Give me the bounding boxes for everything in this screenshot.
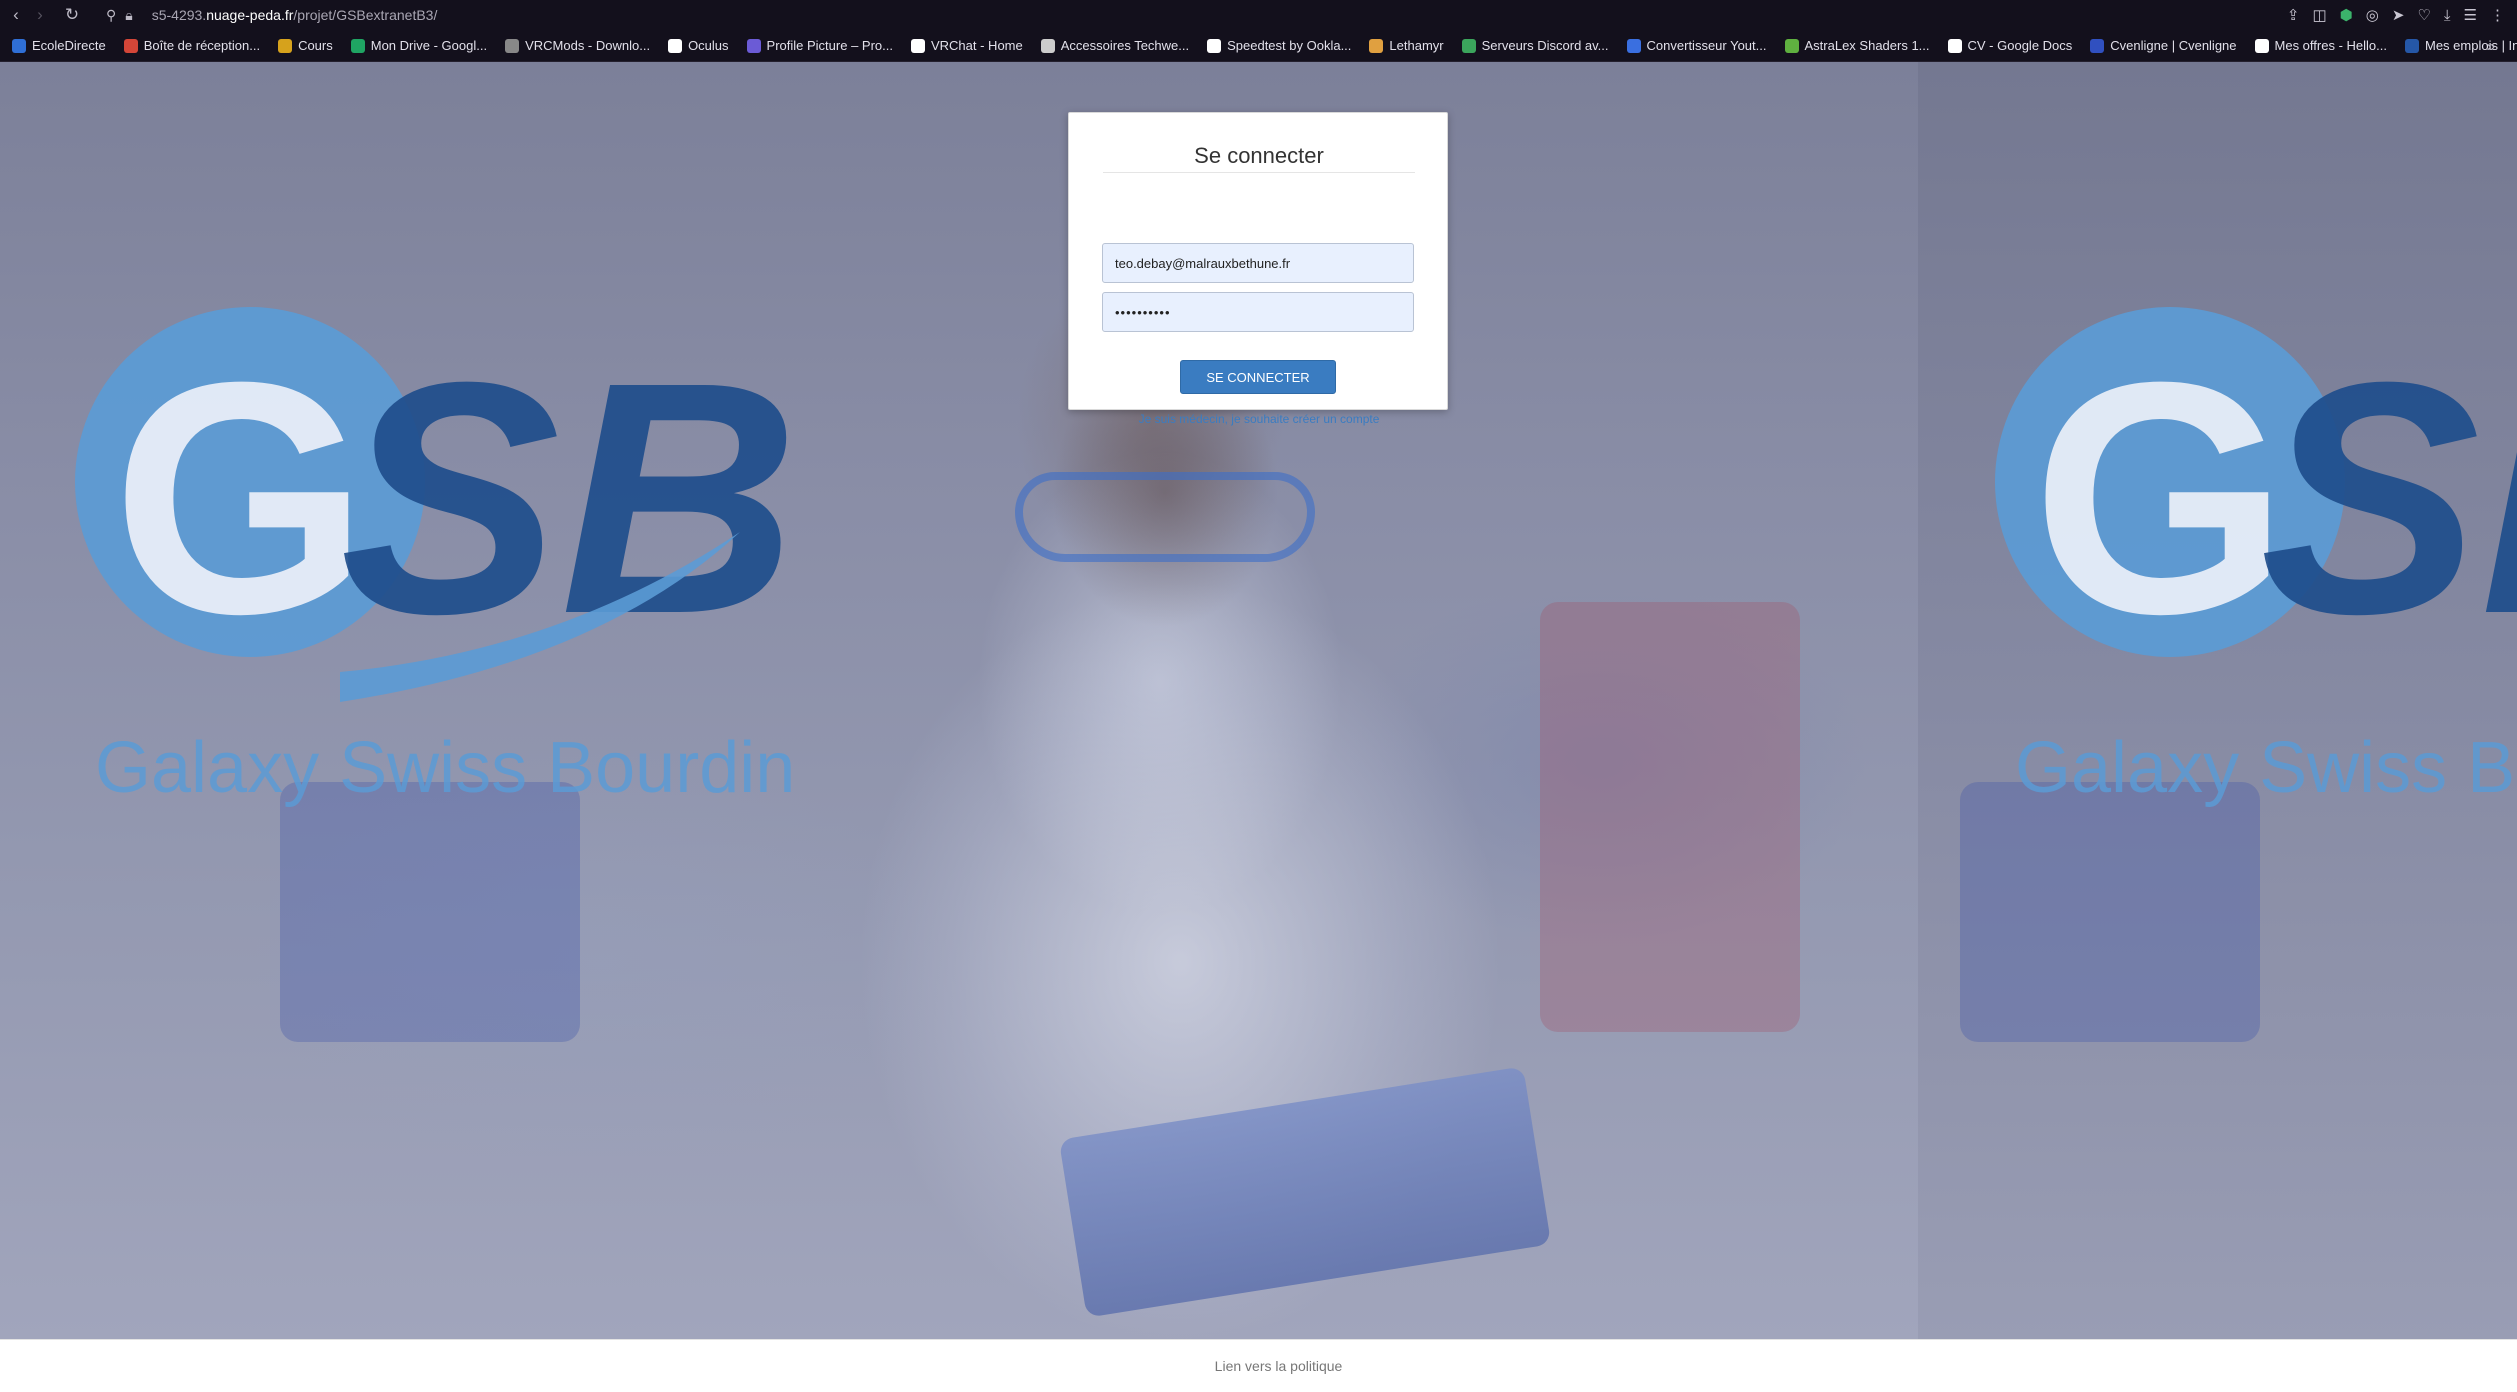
bookmark-item[interactable]: Profile Picture – Pro... — [746, 38, 893, 53]
bookmark-item[interactable]: EcoleDirecte — [12, 38, 106, 53]
bookmark-label: CV - Google Docs — [1967, 38, 2073, 53]
url-host-prefix: s5-4293. — [151, 7, 207, 23]
extensions-icon[interactable]: ⋮ — [2490, 6, 2505, 24]
bookmark-item[interactable]: VRChat - Home — [910, 38, 1023, 53]
page: G SB Galaxy Swiss Bourdin G SB Galaxy Sw… — [0, 62, 2517, 1392]
astralex-icon — [1784, 38, 1799, 53]
bookmark-label: Cours — [298, 38, 333, 53]
bookmark-label: Mes emplois | Indeed — [2424, 38, 2517, 53]
speedtest-icon — [1207, 38, 1222, 53]
cvenligne-icon — [2090, 38, 2105, 53]
indeed-icon — [2404, 38, 2419, 53]
login-title: Se connecter — [1103, 143, 1415, 173]
logo-tagline: Galaxy Swiss Bourdin — [95, 728, 795, 808]
footer: Lien vers la politique — [0, 1339, 2517, 1392]
bookmark-item[interactable]: Mon Drive - Googl... — [350, 38, 488, 53]
bookmark-label: Boîte de réception... — [143, 38, 261, 53]
bookmark-item[interactable]: Speedtest by Ookla... — [1207, 38, 1351, 53]
bookmark-label: Cvenligne | Cvenligne — [2110, 38, 2237, 53]
forward-icon[interactable]: › — [28, 0, 52, 30]
blurred-bottle — [1960, 782, 2260, 1042]
bookmark-item[interactable]: CV - Google Docs — [1947, 38, 2073, 53]
blurred-bottle — [280, 782, 580, 1042]
bookmark-item[interactable]: Lethamyr — [1369, 38, 1444, 53]
bookmark-label: EcoleDirecte — [32, 38, 106, 53]
login-button[interactable]: SE CONNECTER — [1180, 360, 1336, 394]
bookmark-label: Mon Drive - Googl... — [370, 38, 488, 53]
toolbar-right-icons: ⇪ ◫ ⬢ ◎ ➤ ♡ ⤓ ☰ ⋮ — [2287, 0, 2505, 30]
vrcmods-icon — [505, 38, 520, 53]
hellowork-icon — [2254, 38, 2269, 53]
blurred-bottle — [1540, 602, 1800, 1032]
address-bar[interactable]: ⚲ 🔒︎ s5-4293.nuage-peda.fr/projet/GSBext… — [106, 0, 437, 30]
lethamyr-icon — [1369, 38, 1384, 53]
email-field[interactable] — [1102, 243, 1414, 283]
url-path: /projet/GSBextranetB3/ — [293, 7, 438, 23]
profile-picture-icon — [746, 38, 761, 53]
share-icon[interactable]: ⇪ — [2287, 6, 2300, 24]
discord-servers-icon — [1461, 38, 1476, 53]
bookmark-label: Profile Picture – Pro... — [766, 38, 893, 53]
gsb-logo: G SB Galaxy Swiss Bourdin — [40, 292, 800, 817]
bookmark-item[interactable]: Cvenligne | Cvenligne — [2090, 38, 2237, 53]
shield-icon[interactable]: ⬢ — [2340, 6, 2353, 24]
login-card: Se connecter SE CONNECTER Je suis médeci… — [1068, 112, 1448, 426]
google-drive-icon — [350, 38, 365, 53]
camera-icon[interactable]: ◫ — [2312, 6, 2326, 24]
bookmark-label: Mes offres - Hello... — [2274, 38, 2387, 53]
bookmark-item[interactable]: AstraLex Shaders 1... — [1784, 38, 1930, 53]
google-icon — [1947, 38, 1962, 53]
lock-icon[interactable]: 🔒︎ — [125, 7, 132, 24]
bookmark-item[interactable]: Convertisseur Yout... — [1626, 38, 1767, 53]
svg-text:Galaxy Swiss Bourdin: Galaxy Swiss Bourdin — [2015, 728, 2517, 808]
bookmark-label: Oculus — [688, 38, 729, 53]
ecoledirecte-icon — [12, 38, 26, 53]
gsb-logo-repeat: G SB Galaxy Swiss Bourdin — [1960, 292, 2517, 817]
bookmark-item[interactable]: Accessoires Techwe... — [1040, 38, 1190, 53]
bookmark-label: AstraLex Shaders 1... — [1804, 38, 1930, 53]
wallet-icon[interactable]: ◎ — [2366, 6, 2379, 24]
download-icon[interactable]: ⤓ — [2444, 7, 2451, 24]
send-icon[interactable]: ➤ — [2392, 6, 2405, 24]
bookmark-label: Lethamyr — [1389, 38, 1444, 53]
password-field[interactable] — [1102, 292, 1414, 332]
bookmark-label: Accessoires Techwe... — [1060, 38, 1190, 53]
bookmark-item[interactable]: Oculus — [668, 38, 729, 53]
bookmark-item[interactable]: Boîte de réception... — [123, 38, 261, 53]
bookmark-label: Convertisseur Yout... — [1646, 38, 1767, 53]
bookmarks-overflow-icon[interactable]: » — [2487, 30, 2495, 62]
bookmark-label: Serveurs Discord av... — [1481, 38, 1609, 53]
browser-toolbar: ‹ › ↻ ⚲ 🔒︎ s5-4293.nuage-peda.fr/projet/… — [0, 0, 2517, 30]
url-domain: nuage-peda.fr — [206, 7, 294, 23]
bookmark-label: VRChat - Home — [930, 38, 1023, 53]
search-icon: ⚲ — [106, 6, 117, 23]
converter-icon — [1626, 38, 1641, 53]
back-icon[interactable]: ‹ — [4, 0, 28, 30]
bookmark-item[interactable]: Cours — [278, 38, 333, 53]
reload-icon[interactable]: ↻ — [60, 0, 84, 30]
create-account-link[interactable]: Je suis médecin, je souhaite créer un co… — [1069, 412, 1449, 426]
bookmark-item[interactable]: Serveurs Discord av... — [1461, 38, 1609, 53]
bookmark-item[interactable]: VRCMods - Downlo... — [505, 38, 650, 53]
bookmarks-bar: EcoleDirecte Boîte de réception... Cours Mo… — [0, 30, 2517, 62]
svg-text:SB: SB — [2260, 313, 2517, 682]
heart-icon[interactable]: ♡ — [2417, 6, 2430, 24]
svg-text:G: G — [2032, 313, 2289, 682]
url-text[interactable]: s5-4293.nuage-peda.fr/projet/GSBextranet… — [152, 7, 438, 23]
menu-icon[interactable]: ☰ — [2464, 6, 2477, 24]
bookmark-item[interactable]: Mes emplois | Indeed — [2404, 38, 2517, 53]
oculus-icon — [668, 38, 683, 53]
logo-letters: G — [112, 313, 369, 682]
policy-link[interactable]: Lien vers la politique — [1215, 1358, 1343, 1374]
bookmark-label: Speedtest by Ookla... — [1227, 38, 1352, 53]
vrchat-icon — [910, 38, 925, 53]
folder-icon — [278, 38, 293, 53]
gmail-icon — [123, 38, 138, 53]
techwear-icon — [1040, 38, 1055, 53]
safety-glasses — [1015, 472, 1315, 562]
bookmark-label: VRCMods - Downlo... — [525, 38, 651, 53]
bookmark-item[interactable]: Mes offres - Hello... — [2254, 38, 2387, 53]
